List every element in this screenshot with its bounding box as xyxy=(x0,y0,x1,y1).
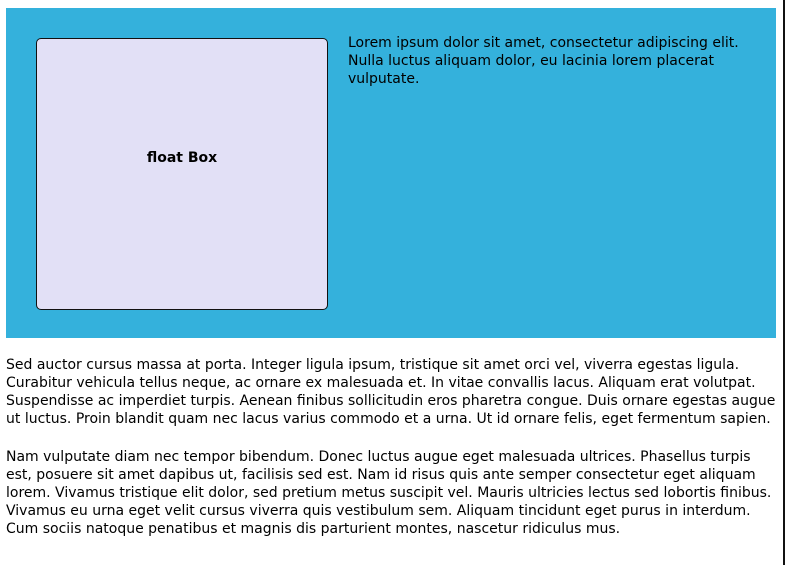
wrapper-container: float Box Lorem ipsum dolor sit amet, co… xyxy=(6,8,776,338)
body-paragraph-2: Nam vulputate diam nec tempor bibendum. … xyxy=(6,449,772,537)
page: float Box Lorem ipsum dolor sit amet, co… xyxy=(0,0,785,565)
wrapper-paragraph: Lorem ipsum dolor sit amet, consectetur … xyxy=(348,35,739,87)
float-box: float Box xyxy=(36,38,328,310)
body-paragraph-1: Sed auctor cursus massa at porta. Intege… xyxy=(6,357,776,427)
float-box-label: float Box xyxy=(146,150,218,166)
